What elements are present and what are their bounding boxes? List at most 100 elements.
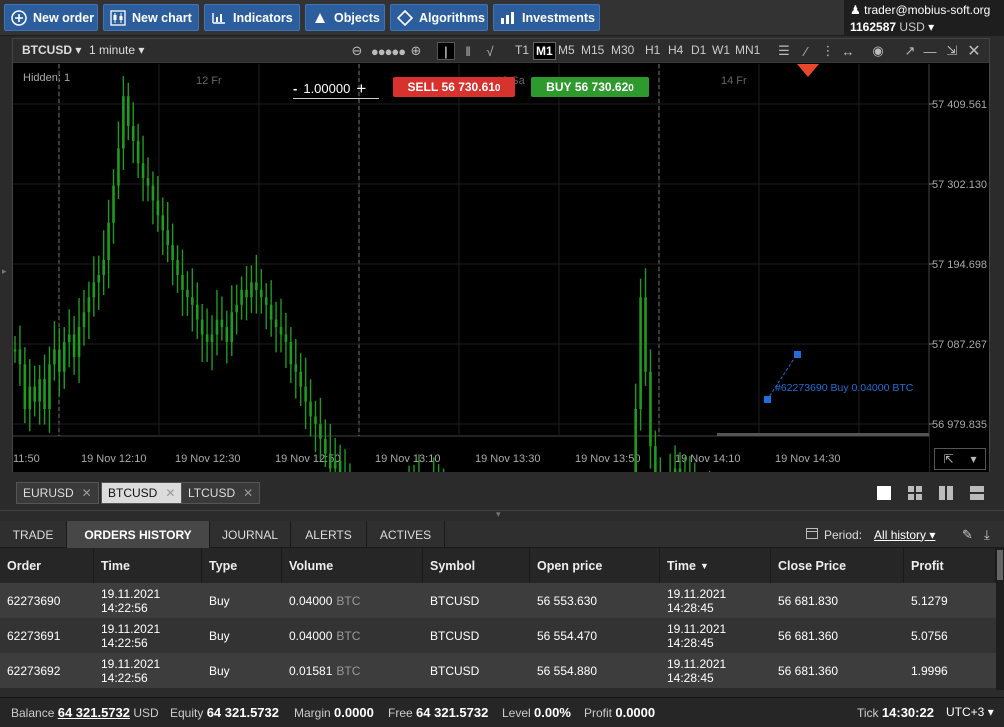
maximize-icon[interactable]: ⇲ — [943, 42, 961, 60]
table-cell: 1.9996 — [904, 653, 996, 688]
timeframe-m5[interactable]: M5 — [556, 42, 577, 58]
account-balance[interactable]: 1162587 USD ▾ — [850, 20, 934, 34]
horizontal-line-icon[interactable]: ↔ — [839, 42, 857, 60]
new-order-button[interactable]: New order — [4, 4, 98, 31]
line-chart-type-icon[interactable]: √ — [481, 42, 499, 60]
column-header-order[interactable]: Order — [0, 548, 94, 583]
algorithms-button[interactable]: Algorithms — [390, 4, 488, 31]
column-header-symbol[interactable]: Symbol — [423, 548, 530, 583]
minimize-icon[interactable]: — — [921, 42, 939, 60]
table-row[interactable]: 62273691 19.11.2021 14:22:56 Buy 0.04000 BTC B… — [0, 618, 996, 653]
zoom-slider[interactable]: ●●●●● — [369, 42, 407, 60]
bar-chart-type-icon[interactable]: | — [437, 42, 455, 60]
chart-scrollbar[interactable] — [717, 433, 929, 436]
column-header-time[interactable]: Time — [94, 548, 202, 583]
close-trade-marker[interactable] — [794, 351, 801, 358]
increase-qty-icon[interactable]: + — [356, 79, 366, 99]
indicators-button[interactable]: Indicators — [204, 4, 300, 31]
zoom-in-icon[interactable]: ⊕ — [407, 42, 425, 60]
table-row[interactable]: 62273690 19.11.2021 14:22:56 Buy 0.04000 BTC B… — [0, 583, 996, 618]
new-chart-button[interactable]: New chart — [103, 4, 199, 31]
download-icon[interactable]: ⤓ — [984, 527, 990, 543]
timeframe-h1[interactable]: H1 — [643, 42, 662, 58]
settings-circle-icon[interactable]: ◉ — [869, 42, 887, 60]
trendline-icon[interactable]: ∕ — [797, 42, 815, 60]
chart-canvas[interactable]: 57 409.561 57 302.130 57 194.698 57 087.267… — [13, 64, 989, 727]
table-scrollbar[interactable] — [996, 548, 1004, 690]
objects-button[interactable]: Objects — [305, 4, 385, 31]
table-row[interactable]: 62273692 19.11.2021 14:22:56 Buy 0.01581 BTC B… — [0, 653, 996, 688]
cell-text: 19.11.2021 — [667, 586, 727, 601]
layout-columns-icon[interactable] — [934, 482, 958, 504]
right-panel-handle[interactable] — [992, 38, 1004, 472]
tab-alerts[interactable]: ALERTS — [291, 521, 367, 548]
tab-trade[interactable]: TRADE — [0, 521, 67, 548]
new-order-label: New order — [33, 10, 95, 25]
column-header-label: Profit — [911, 558, 944, 573]
investments-label: Investments — [522, 10, 595, 25]
layout-rows-icon[interactable] — [965, 482, 989, 504]
vertical-line-icon[interactable]: ⋮ — [819, 42, 837, 60]
column-header-volume[interactable]: Volume — [282, 548, 423, 583]
decrease-qty-icon[interactable]: - — [293, 81, 297, 96]
chart-panel: BTCUSD ▾ 1 minute ▾ ⊖ ●●●●● ⊕ | ‖ √ T1 M1… — [12, 38, 990, 727]
order-annotation[interactable]: #62273690 Buy 0.04000 BTC — [775, 382, 914, 394]
cell-text: 19.11.2021 — [667, 621, 727, 636]
cell-text: Buy — [209, 593, 230, 608]
column-header-time[interactable]: Time ▼ — [660, 548, 771, 583]
symbol-tab-eurusd[interactable]: EURUSD ✕ — [16, 482, 99, 504]
timeframe-m1[interactable]: M1 — [533, 42, 556, 60]
timeframe-h4[interactable]: H4 — [666, 42, 685, 58]
symbol-selector[interactable]: BTCUSD ▾ — [22, 43, 81, 57]
timeframe-w1[interactable]: W1 — [710, 42, 732, 58]
alert-marker-icon[interactable] — [797, 64, 819, 77]
column-header-close-price[interactable]: Close Price — [771, 548, 904, 583]
equity-status: Equity 64 321.5732 — [170, 705, 279, 720]
tab-journal[interactable]: JOURNAL — [210, 521, 291, 548]
layout-grid-icon[interactable] — [903, 482, 927, 504]
tab-orders-history[interactable]: ORDERS HISTORY — [67, 521, 210, 548]
volume-unit: BTC — [336, 628, 361, 643]
close-icon[interactable]: ✕ — [82, 486, 92, 500]
candle-body — [255, 282, 258, 290]
close-icon[interactable]: ✕ — [965, 42, 983, 60]
drawing-tools-icon[interactable]: ☰ — [775, 42, 793, 60]
axis-settings-button[interactable]: ⇱ ▾ — [934, 448, 986, 470]
column-header-open-price[interactable]: Open price — [530, 548, 660, 583]
column-header-type[interactable]: Type — [202, 548, 282, 583]
price-chart[interactable]: 57 409.561 57 302.130 57 194.698 57 087.267… — [13, 64, 989, 727]
period-select[interactable]: All history ▾ — [874, 528, 935, 542]
account-panel[interactable]: ♟ trader@mobius-soft.org 1162587 USD ▾ — [844, 0, 1004, 36]
timeframe-d1[interactable]: D1 — [689, 42, 708, 58]
quantity-input[interactable]: - 1.00000 + — [293, 79, 379, 99]
edit-icon[interactable]: ✎ — [962, 527, 973, 543]
symbol-tab-ltcusd[interactable]: LTCUSD ✕ — [181, 482, 261, 504]
timeframe-m30[interactable]: M30 — [609, 42, 636, 58]
zoom-out-icon[interactable]: ⊖ — [348, 42, 366, 60]
cell-text: 56 554.880 — [537, 663, 598, 678]
scrollbar-thumb[interactable] — [997, 550, 1003, 580]
left-panel-handle[interactable]: ▸ — [0, 38, 10, 472]
timezone-select[interactable]: UTC+3 ▾ — [946, 705, 994, 719]
timeframe-m15[interactable]: M15 — [579, 42, 606, 58]
candle-chart-type-icon[interactable]: ‖ — [459, 42, 477, 60]
sell-button[interactable]: SELL 56 730.610 — [393, 77, 515, 97]
tab-actives[interactable]: ACTIVES — [367, 521, 445, 548]
investments-button[interactable]: Investments — [493, 4, 600, 31]
popout-icon[interactable]: ↗ — [901, 42, 919, 60]
panel-splitter[interactable]: ▾ — [0, 509, 1004, 520]
close-icon[interactable]: ✕ — [243, 486, 253, 500]
open-trade-marker[interactable] — [764, 396, 771, 403]
cell-text: 5.1279 — [911, 593, 948, 608]
symbol-tab-btcusd[interactable]: BTCUSD ✕ — [101, 482, 183, 504]
buy-button[interactable]: BUY 56 730.620 — [531, 77, 649, 97]
close-icon[interactable]: ✕ — [165, 486, 175, 500]
layout-single-icon[interactable] — [872, 482, 896, 504]
cell-text: 56 681.830 — [778, 593, 839, 608]
column-header-profit[interactable]: Profit — [904, 548, 996, 583]
timeframe-t1[interactable]: T1 — [513, 42, 531, 58]
price-tick-label: 57 409.561 — [932, 99, 987, 111]
timeframe-mn1[interactable]: MN1 — [733, 42, 762, 58]
table-cell: 19.11.2021 14:22:56 — [94, 618, 202, 653]
interval-selector[interactable]: 1 minute ▾ — [89, 43, 144, 57]
